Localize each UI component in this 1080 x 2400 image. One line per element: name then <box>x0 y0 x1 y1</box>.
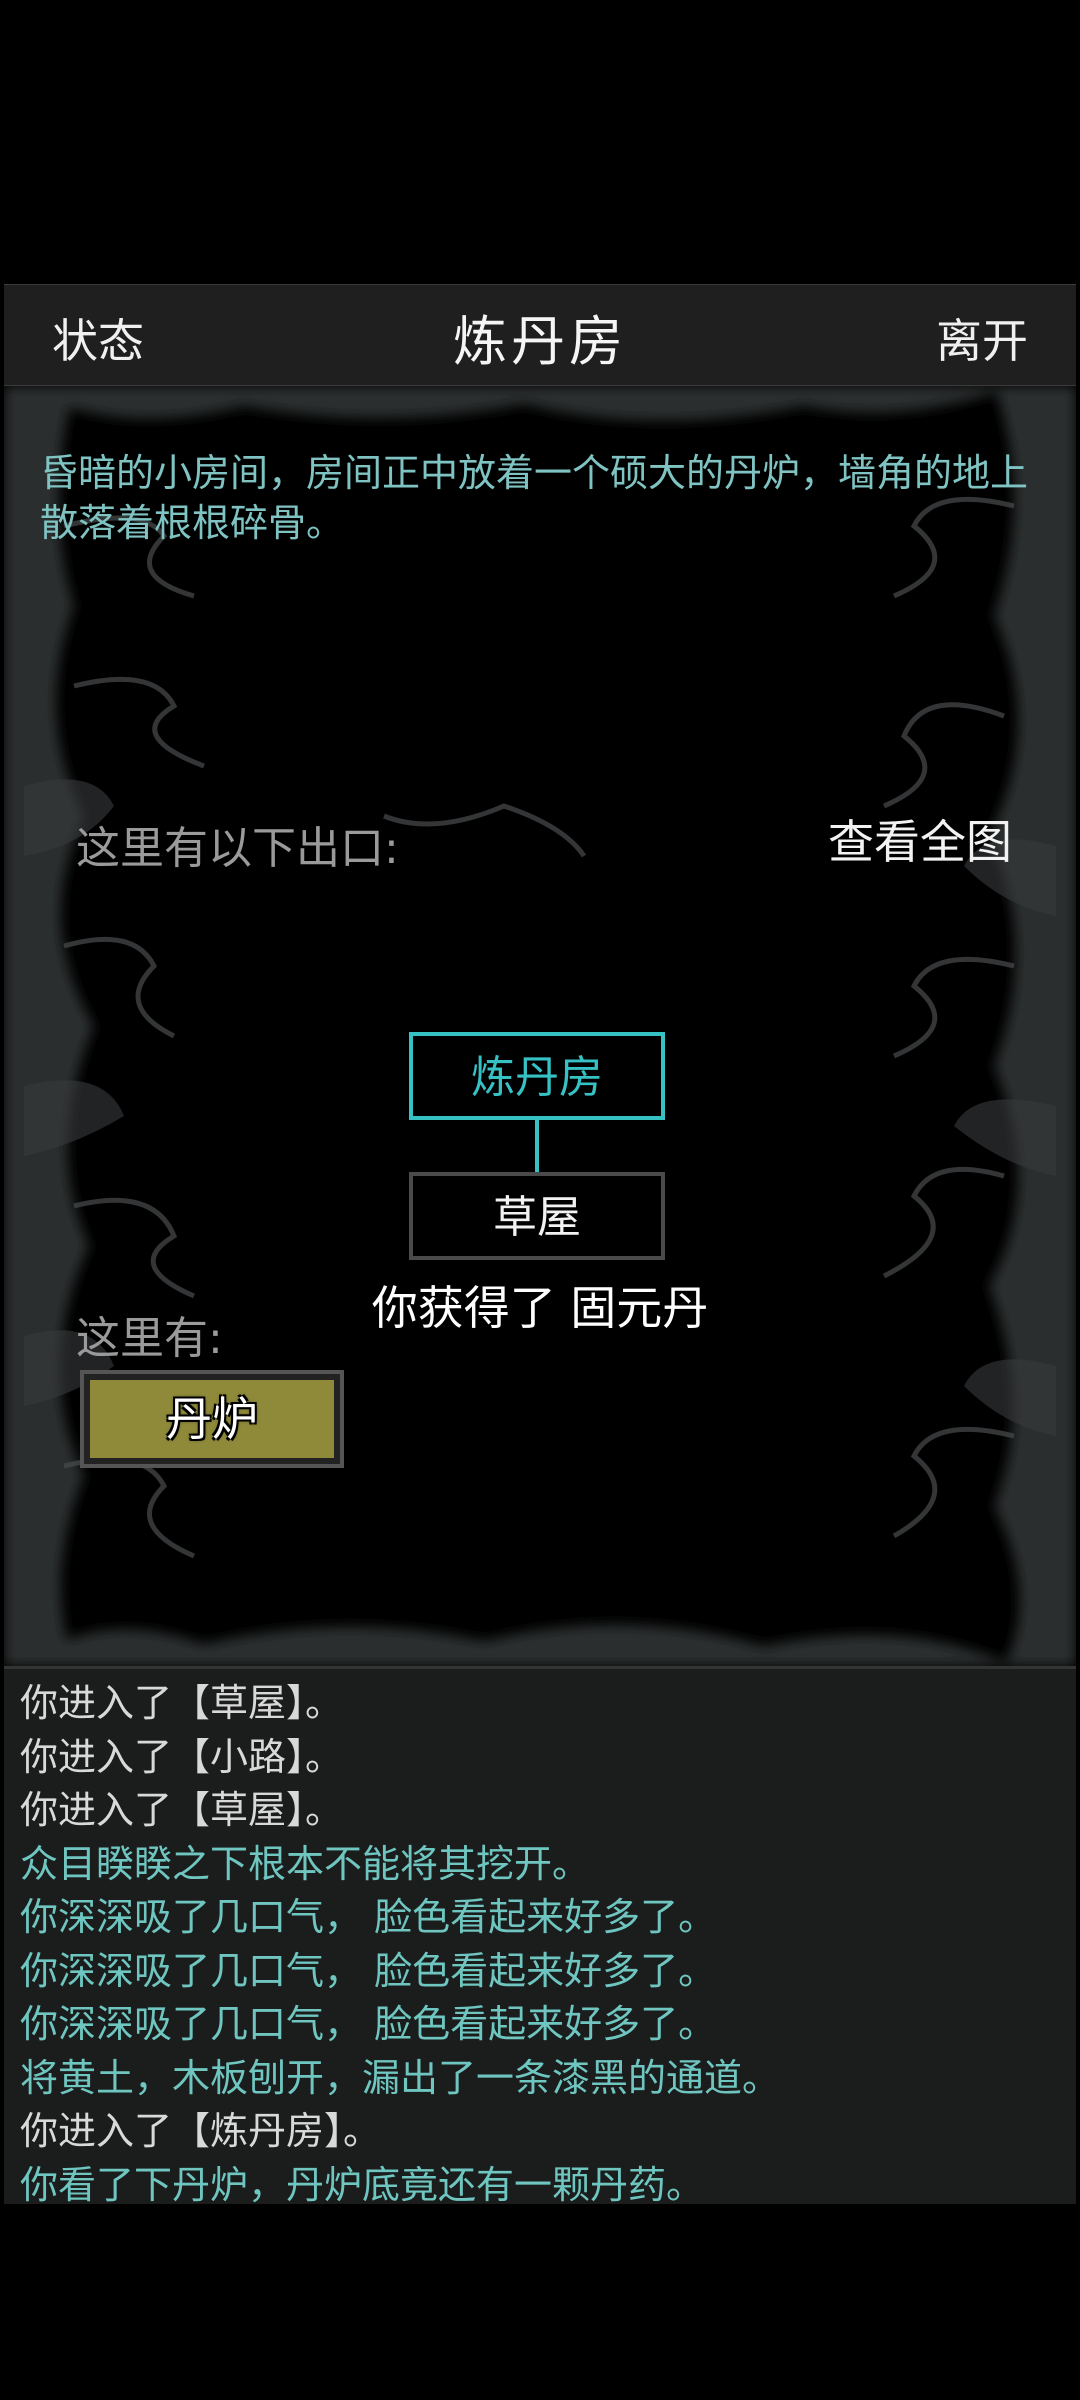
log-line: 你进入了【小路】。 <box>20 1734 344 1779</box>
map-connector <box>535 1120 539 1172</box>
message-log: 你进入了【草屋】。 你进入了【小路】。 你进入了【草屋】。 众目睽睽之下根本不能… <box>4 1666 1076 2204</box>
log-line: 将黄土，木板刨开，漏出了一条漆黑的通道。 <box>20 2055 781 2100</box>
exits-label: 这里有以下出口: <box>76 823 399 874</box>
log-line: 你深深吸了几口气， 脸色看起来好多了。 <box>20 1895 717 1939</box>
room-description: 昏暗的小房间，房间正中放着一个硕大的丹炉，墙角的地上散落着根根碎骨。 <box>40 451 1029 545</box>
log-line: 你进入了【草屋】。 <box>20 1788 344 1832</box>
log-line: 你深深吸了几口气， 脸色看起来好多了。 <box>20 2002 717 2046</box>
log-line: 众目睽睽之下根本不能将其挖开。 <box>20 1841 591 1886</box>
map-node-exit-cottage[interactable]: 草屋 <box>409 1172 665 1260</box>
log-line: 你进入了【草屋】。 <box>20 1681 344 1725</box>
view-full-map-button[interactable]: 查看全图 <box>828 806 1012 872</box>
scene-panel: 昏暗的小房间，房间正中放着一个硕大的丹炉，墙角的地上散落着根根碎骨。 这里有以下… <box>4 386 1076 1666</box>
leave-button[interactable]: 离开 <box>936 305 1028 371</box>
log-line: 你深深吸了几口气， 脸色看起来好多了。 <box>20 1948 717 1993</box>
log-line: 你看了下丹炉，丹炉底竟还有一颗丹药。 <box>20 2162 705 2205</box>
smoke-border-decoration <box>4 386 1076 1666</box>
item-button-label: 丹炉 <box>90 1380 334 1458</box>
here-items-label: 这里有: <box>76 1313 223 1364</box>
room-title: 炼丹房 <box>453 310 627 373</box>
log-line: 你进入了【炼丹房】。 <box>20 2109 382 2153</box>
top-bar: 状态 炼丹房 离开 <box>4 284 1076 387</box>
map-node-current-room: 炼丹房 <box>409 1032 665 1120</box>
item-button-furnace[interactable]: 丹炉 <box>80 1370 344 1468</box>
